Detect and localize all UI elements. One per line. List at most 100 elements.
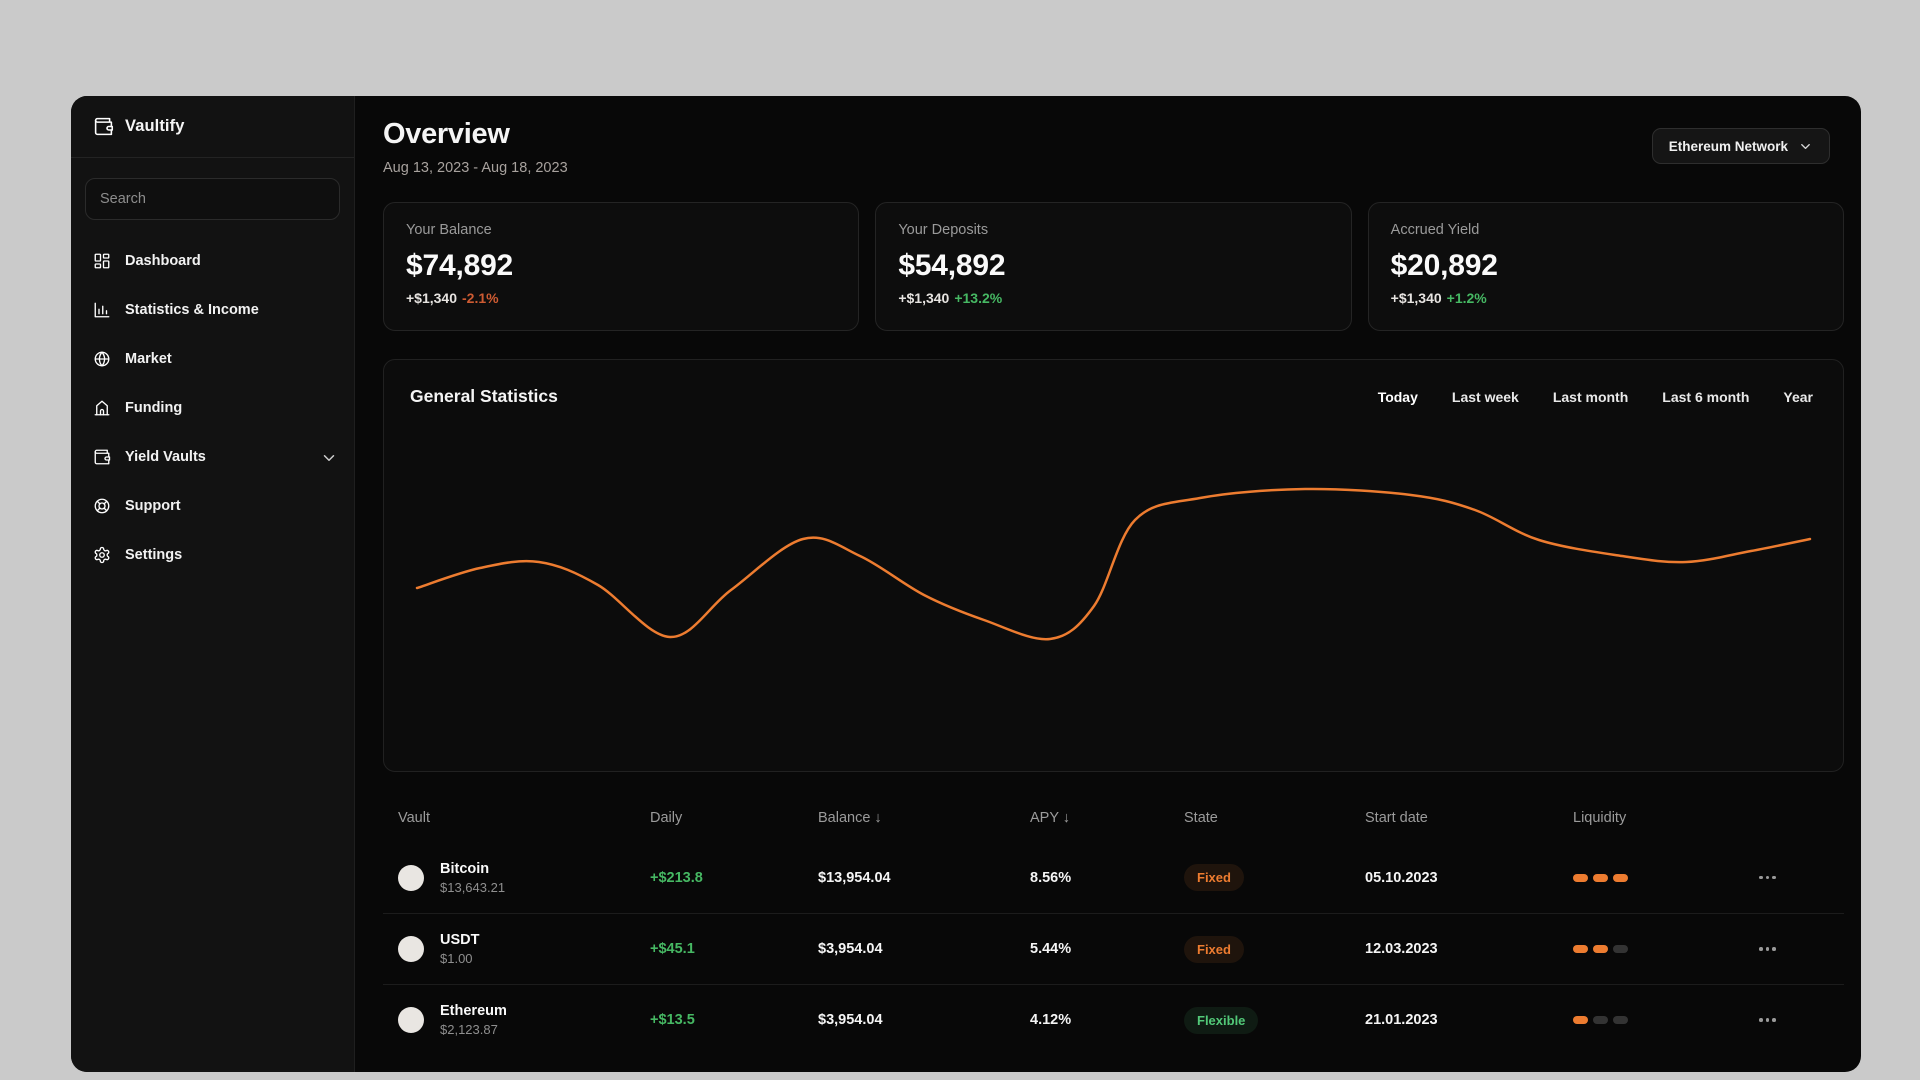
sidebar-item-statistics-income[interactable]: Statistics & Income <box>71 285 354 334</box>
state-badge: Fixed <box>1184 864 1244 891</box>
liquidity-segment <box>1573 1016 1588 1024</box>
column-header-daily: Daily <box>650 810 683 826</box>
table-row-ethereum[interactable]: Ethereum $2,123.87 +$13.5 $3,954.04 4.12% Fle… <box>383 984 1844 1055</box>
sidebar-item-label: Settings <box>125 546 183 563</box>
sidebar-item-market[interactable]: Market <box>71 334 354 383</box>
liquidity-segment <box>1573 873 1588 882</box>
vault-cell: USDT $1.00 <box>383 932 650 966</box>
liquidity-segment <box>1613 873 1628 882</box>
state-badge: Flexible <box>1184 1006 1259 1034</box>
column-header-balance[interactable]: Balance ↓ <box>818 810 1030 826</box>
stat-value: $54,892 <box>898 249 1006 282</box>
chevron-down-icon <box>1798 139 1813 154</box>
dashboard-icon <box>93 252 111 270</box>
liquidity-indicator <box>1573 945 1755 953</box>
vault-name: USDT <box>440 932 480 948</box>
column-header-liquidity: Liquidity <box>1573 810 1627 826</box>
stat-delta: +13.2% <box>954 290 1003 306</box>
balance-value: $3,954.04 <box>818 941 883 957</box>
apy-value: 5.44% <box>1030 941 1072 957</box>
chart-time-filters: Today Last week Last month Last 6 month Year <box>1378 389 1813 405</box>
stat-card-accrued-yield: Accrued Yield $20,892 +$1,340 +1.2% <box>1367 202 1844 331</box>
page-title: Overview <box>383 118 510 150</box>
sidebar-item-support[interactable]: Support <box>71 481 354 530</box>
sidebar-item-label: Funding <box>125 399 183 416</box>
column-header-apy[interactable]: APY ↓ <box>1030 810 1184 826</box>
sidebar-item-label: Yield Vaults <box>125 448 206 465</box>
liquidity-segment <box>1593 1016 1608 1024</box>
stat-change: +$1,340 +13.2% <box>898 290 1003 306</box>
search-input[interactable] <box>85 178 340 220</box>
stat-value: $20,892 <box>1390 249 1498 282</box>
vault-cell: Bitcoin $13,643.21 <box>383 861 650 895</box>
liquidity-segment <box>1573 945 1588 953</box>
filter-last-6-month[interactable]: Last 6 month <box>1662 389 1749 405</box>
start-date: 12.03.2023 <box>1365 941 1438 957</box>
state-cell: Flexible <box>1184 1006 1365 1034</box>
app-logo: Vaultify <box>71 96 354 158</box>
balance-value: $3,954.04 <box>818 1012 883 1028</box>
row-menu-button[interactable] <box>1755 947 1785 951</box>
daily-change: +$45.1 <box>650 941 695 957</box>
sidebar: Vaultify Dashboard Statistics & Income Mar… <box>71 96 355 1072</box>
filter-year[interactable]: Year <box>1783 389 1813 405</box>
row-menu-button[interactable] <box>1755 875 1785 880</box>
sidebar-item-label: Dashboard <box>125 252 201 269</box>
sidebar-nav: Dashboard Statistics & Income Market Fundin… <box>71 236 354 579</box>
vault-price: $1.00 <box>440 951 473 966</box>
state-cell: Fixed <box>1184 935 1365 963</box>
stat-label: Your Deposits <box>898 222 989 238</box>
stat-label: Accrued Yield <box>1390 222 1480 238</box>
table-header-row: Vault Daily Balance ↓ APY ↓ State Start date L… <box>383 794 1844 842</box>
app-name: Vaultify <box>125 117 185 135</box>
liquidity-indicator <box>1573 1016 1755 1024</box>
daily-change: +$13.5 <box>650 1012 695 1028</box>
table-row-usdt[interactable]: USDT $1.00 +$45.1 $3,954.04 5.44% Fixed 12.03.… <box>383 913 1844 984</box>
liquidity-segment <box>1593 873 1608 882</box>
filter-today[interactable]: Today <box>1378 389 1418 405</box>
vault-price: $13,643.21 <box>440 879 506 895</box>
filter-last-week[interactable]: Last week <box>1452 389 1519 405</box>
coin-avatar <box>398 1007 424 1033</box>
stat-delta: -2.1% <box>462 290 499 306</box>
sidebar-item-settings[interactable]: Settings <box>71 530 354 579</box>
sidebar-item-dashboard[interactable]: Dashboard <box>71 236 354 285</box>
stat-delta: +1.2% <box>1446 290 1487 306</box>
chevron-down-icon <box>320 449 336 465</box>
column-header-vault: Vault <box>398 810 430 826</box>
apy-value: 8.56% <box>1030 869 1072 886</box>
date-range: Aug 13, 2023 - Aug 18, 2023 <box>383 160 568 176</box>
sidebar-item-label: Market <box>125 350 172 367</box>
row-menu-button[interactable] <box>1755 1018 1785 1022</box>
stat-card-your-balance: Your Balance $74,892 +$1,340 -2.1% <box>383 202 860 331</box>
network-selector[interactable]: Ethereum Network <box>1651 128 1830 164</box>
state-cell: Fixed <box>1184 864 1365 891</box>
network-selector-label: Ethereum Network <box>1668 138 1788 154</box>
table-row-bitcoin[interactable]: Bitcoin $13,643.21 +$213.8 $13,954.04 8.56% F… <box>383 842 1844 913</box>
start-date: 21.01.2023 <box>1365 1012 1438 1028</box>
vault-cell: Ethereum $2,123.87 <box>383 1003 650 1037</box>
stat-card-your-deposits: Your Deposits $54,892 +$1,340 +13.2% <box>875 202 1352 331</box>
sidebar-item-yield-vaults[interactable]: Yield Vaults <box>71 432 354 481</box>
daily-change: +$213.8 <box>650 869 703 886</box>
filter-last-month[interactable]: Last month <box>1553 389 1628 405</box>
statistics-line-chart <box>415 487 1812 641</box>
app-panel: Vaultify Dashboard Statistics & Income Mar… <box>71 96 1861 1072</box>
page-header: Overview Aug 13, 2023 - Aug 18, 2023 Eth… <box>383 118 1844 176</box>
column-header-state: State <box>1184 810 1218 826</box>
sidebar-item-funding[interactable]: Funding <box>71 383 354 432</box>
stat-value: $74,892 <box>406 249 514 282</box>
start-date: 05.10.2023 <box>1365 869 1438 886</box>
balance-value: $13,954.04 <box>818 869 891 886</box>
funding-icon <box>93 399 111 417</box>
liquidity-indicator <box>1573 873 1755 882</box>
support-icon <box>93 497 111 515</box>
coin-avatar <box>398 864 424 891</box>
main-content: Overview Aug 13, 2023 - Aug 18, 2023 Eth… <box>355 96 1861 1072</box>
chart-line <box>415 487 1812 641</box>
vault-name: Bitcoin <box>440 860 490 877</box>
liquidity-segment <box>1593 945 1608 953</box>
stat-label: Your Balance <box>406 222 492 238</box>
apy-value: 4.12% <box>1030 1012 1072 1028</box>
sidebar-item-label: Support <box>125 497 181 514</box>
